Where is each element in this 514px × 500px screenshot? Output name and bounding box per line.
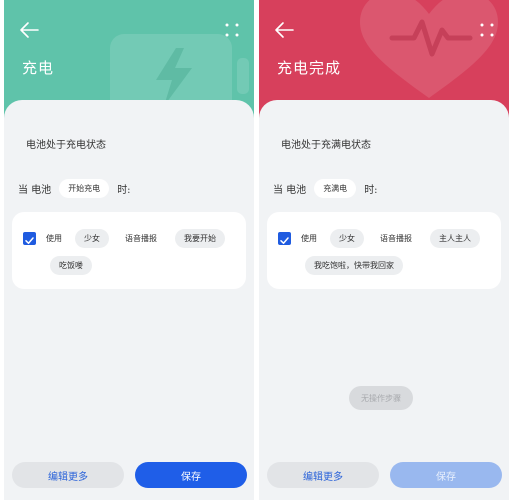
trigger-suffix: 时: <box>364 184 378 196</box>
voice-action-label: 语音播报 <box>380 234 412 243</box>
trigger-prefix: 当 电池 <box>18 184 52 196</box>
more-menu-button[interactable] <box>479 22 495 38</box>
trigger-condition-chip[interactable]: 开始充电 <box>59 178 110 198</box>
action-checkbox[interactable] <box>278 232 291 245</box>
content-sheet: 电池处于充满电状态 当 电池 充满电 时: 使用 少女 语音播报 主人主人 我吃… <box>259 100 509 500</box>
trigger-suffix: 时: <box>117 184 131 196</box>
trigger-row: 当 电池 充满电 时: <box>273 178 378 198</box>
trigger-prefix: 当 电池 <box>273 184 307 196</box>
edit-more-button[interactable]: 编辑更多 <box>12 462 124 488</box>
action-checkbox[interactable] <box>23 232 36 245</box>
trigger-condition-chip[interactable]: 充满电 <box>314 178 357 198</box>
use-label: 使用 <box>46 234 62 243</box>
content-sheet: 电池处于充电状态 当 电池 开始充电 时: 使用 少女 语音播报 我要开始 吃饭… <box>4 100 254 500</box>
message-chip-part2[interactable]: 吃饭喽 <box>50 256 92 275</box>
check-icon <box>25 237 34 244</box>
message-chip-part1[interactable]: 主人主人 <box>430 229 480 248</box>
edit-more-button[interactable]: 编辑更多 <box>267 462 379 488</box>
charging-screen: 充电 电池处于充电状态 当 电池 开始充电 时: 使用 少女 语音播报 我要开始… <box>4 0 254 500</box>
voice-chip[interactable]: 少女 <box>75 229 109 248</box>
use-label: 使用 <box>301 234 317 243</box>
back-button[interactable] <box>18 20 40 40</box>
save-button[interactable]: 保存 <box>135 462 247 488</box>
back-button[interactable] <box>273 20 295 40</box>
toast-message: 无操作步骤 <box>349 386 413 410</box>
message-chip-part2[interactable]: 我吃饱啦，快带我回家 <box>305 256 403 275</box>
page-title: 充电完成 <box>277 59 342 77</box>
check-icon <box>280 237 289 244</box>
save-button-disabled[interactable]: 保存 <box>390 462 502 488</box>
battery-state-text: 电池处于充满电状态 <box>281 140 371 151</box>
heart-pulse-icon <box>360 0 498 98</box>
battery-state-text: 电池处于充电状态 <box>26 140 106 151</box>
voice-action-label: 语音播报 <box>125 234 157 243</box>
voice-chip[interactable]: 少女 <box>330 229 364 248</box>
more-menu-button[interactable] <box>224 22 240 38</box>
action-card: 使用 少女 语音播报 我要开始 吃饭喽 <box>12 212 246 289</box>
action-card: 使用 少女 语音播报 主人主人 我吃饱啦，快带我回家 <box>267 212 501 289</box>
trigger-row: 当 电池 开始充电 时: <box>18 178 131 198</box>
message-chip-part1[interactable]: 我要开始 <box>175 229 225 248</box>
page-title: 充电 <box>22 59 55 77</box>
charge-complete-screen: 充电完成 电池处于充满电状态 当 电池 充满电 时: 使用 少女 语音播报 主人… <box>259 0 509 500</box>
